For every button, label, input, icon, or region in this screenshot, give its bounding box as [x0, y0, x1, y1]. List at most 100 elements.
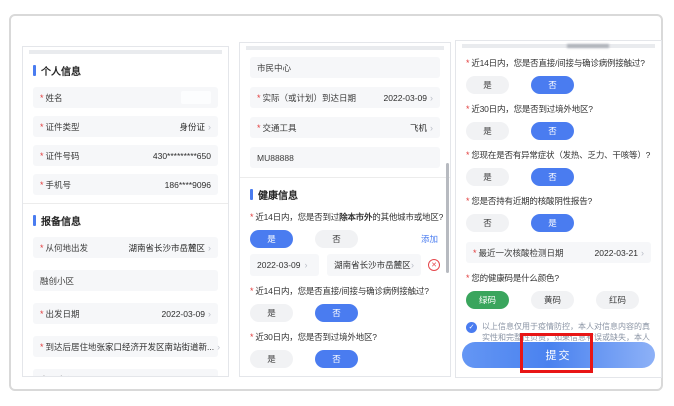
trip-place-picker[interactable]: 湖南省长沙市岳麓区›	[327, 254, 421, 276]
remove-trip-icon[interactable]: ✕	[428, 259, 440, 271]
panel-health-submit: * 近14日内，您是否直接/间接与确诊病例接触过? 是 否 * 近30日内，您是…	[455, 40, 662, 378]
chevron-right-icon: ›	[304, 260, 307, 270]
required-icon: *	[40, 151, 44, 161]
field-value: 186****9096	[165, 180, 211, 190]
field-label: 最近一次核酸检测日期	[479, 247, 564, 259]
field-arrival-date[interactable]: *实际（或计划）到达日期 2022-03-09›	[250, 87, 440, 108]
question-health-code-color: * 您的健康码是什么颜色?	[466, 272, 651, 284]
field-label: 实际（或计划）到达日期	[263, 92, 357, 104]
option-red-code[interactable]: 红码	[596, 291, 639, 309]
option-no[interactable]: 否	[531, 76, 574, 94]
question-visited-other-cities: * 近14日内，您是否到过除本市外的其他城市或地区?	[250, 211, 440, 223]
required-icon: *	[40, 342, 44, 352]
section-divider	[240, 177, 450, 178]
chevron-right-icon: ›	[217, 342, 220, 352]
field-id-number[interactable]: *证件号码 430*********650	[33, 145, 218, 166]
field-center-input[interactable]: 市民中心	[250, 57, 440, 78]
option-yes[interactable]: 是	[531, 214, 574, 232]
section-header-health: 健康信息	[250, 187, 440, 202]
field-residence[interactable]: *到达后居住地 张家口经济开发区南站街道新...›	[33, 336, 218, 357]
field-flight-number-input[interactable]: MU88888	[250, 147, 440, 168]
chevron-right-icon: ›	[208, 309, 211, 319]
required-icon: *	[40, 309, 44, 319]
required-icon: *	[466, 196, 469, 206]
section-accent-bar	[250, 189, 253, 200]
required-icon: *	[257, 123, 261, 133]
panel-health-info: 市民中心 *实际（或计划）到达日期 2022-03-09› *交通工具 飞机› …	[239, 42, 451, 377]
required-icon: *	[466, 58, 469, 68]
question-negative-test-report: * 您是否持有近期的核酸阴性报告?	[466, 195, 651, 207]
field-departure-date[interactable]: *出发日期 2022-03-09›	[33, 303, 218, 324]
option-yes[interactable]: 是	[466, 122, 509, 140]
section-accent-bar	[33, 215, 36, 226]
redacted-name-value	[181, 91, 211, 104]
chevron-right-icon: ›	[641, 248, 644, 258]
option-no[interactable]: 否	[466, 214, 509, 232]
field-center-input[interactable]: 市民中心	[33, 369, 218, 377]
field-value: 2022-03-09	[384, 93, 427, 103]
chevron-right-icon: ›	[430, 123, 433, 133]
cutoff-text-remnant	[567, 44, 609, 48]
required-icon: *	[466, 273, 469, 283]
add-trip-link[interactable]: 添加	[421, 233, 438, 245]
section-title: 个人信息	[41, 63, 81, 78]
required-icon: *	[40, 93, 44, 103]
option-yellow-code[interactable]: 黄码	[531, 291, 574, 309]
field-last-test-date[interactable]: *最近一次核酸检测日期 2022-03-21›	[466, 242, 651, 263]
option-no[interactable]: 否	[315, 230, 358, 248]
chevron-right-icon: ›	[411, 260, 414, 270]
option-no[interactable]: 否	[531, 122, 574, 140]
option-green-code[interactable]: 绿码	[466, 291, 509, 309]
required-icon: *	[250, 286, 253, 296]
required-icon: *	[466, 150, 469, 160]
option-yes[interactable]: 是	[466, 76, 509, 94]
section-title: 报备信息	[41, 213, 81, 228]
required-icon: *	[473, 248, 477, 258]
question-been-abroad: * 近30日内，您是否到过境外地区?	[250, 331, 440, 343]
field-value: MU88888	[257, 153, 294, 163]
field-phone[interactable]: *手机号 186****9096	[33, 174, 218, 195]
trip-date-picker[interactable]: 2022-03-09›	[250, 254, 319, 276]
option-no[interactable]: 否	[531, 168, 574, 186]
field-transport[interactable]: *交通工具 飞机›	[250, 117, 440, 138]
field-label: 交通工具	[263, 122, 297, 134]
field-label: 出发日期	[46, 308, 80, 320]
field-value: 飞机	[410, 122, 427, 134]
option-no[interactable]: 否	[315, 350, 358, 368]
chevron-right-icon: ›	[208, 243, 211, 253]
scroll-cutoff-strip	[29, 50, 222, 54]
required-icon: *	[250, 212, 253, 222]
field-value: 430*********650	[153, 151, 211, 161]
option-yes[interactable]: 是	[250, 230, 293, 248]
required-icon: *	[250, 332, 253, 342]
field-value: 张家口经济开发区南站街道新...	[97, 341, 215, 353]
section-header-personal: 个人信息	[33, 63, 218, 78]
field-value: 身份证	[179, 121, 205, 133]
option-no[interactable]: 否	[315, 304, 358, 322]
section-accent-bar	[33, 65, 36, 76]
panel-personal-info: 个人信息 *姓名 *证件类型 身份证› *证件号码 430*********65…	[22, 46, 229, 377]
scrollbar-thumb[interactable]	[446, 163, 449, 273]
chevron-right-icon: ›	[208, 122, 211, 132]
option-yes[interactable]: 是	[466, 168, 509, 186]
field-label: 证件号码	[46, 150, 80, 162]
field-id-type[interactable]: *证件类型 身份证›	[33, 116, 218, 137]
option-yes[interactable]: 是	[250, 350, 293, 368]
field-value: 市民中心	[257, 62, 291, 74]
required-icon: *	[40, 122, 44, 132]
agreement-checkbox[interactable]: ✓	[466, 322, 477, 333]
question-contact-confirmed-case: * 近14日内，您是否直接/间接与确诊病例接触过?	[250, 285, 440, 297]
field-community-input[interactable]: 融创小区	[33, 270, 218, 291]
required-icon: *	[40, 243, 44, 253]
field-value: 市民中心	[40, 374, 74, 378]
field-label: 到达后居住地	[46, 341, 97, 353]
annotation-highlight-box	[520, 333, 593, 373]
field-value: 湖南省长沙市岳麓区	[128, 242, 205, 254]
field-departure-place[interactable]: *从何地出发 湖南省长沙市岳麓区›	[33, 237, 218, 258]
field-value: 2022-03-09	[162, 309, 205, 319]
field-value: 2022-03-21	[595, 248, 638, 258]
field-name[interactable]: *姓名	[33, 87, 218, 108]
field-label: 手机号	[46, 179, 72, 191]
section-header-report: 报备信息	[33, 213, 218, 228]
option-yes[interactable]: 是	[250, 304, 293, 322]
